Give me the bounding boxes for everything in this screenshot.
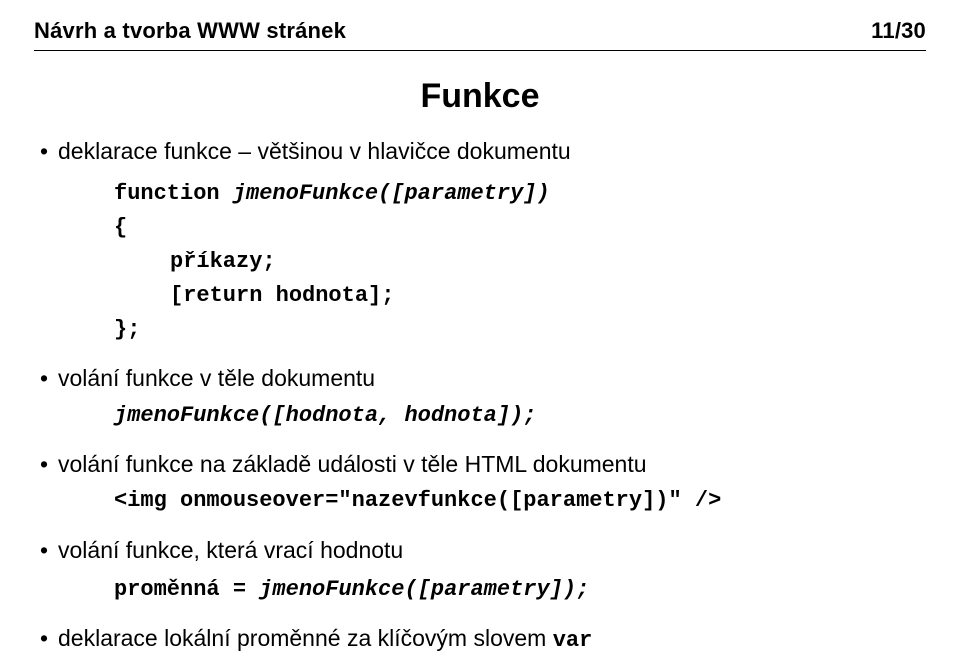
code-line: <img onmouseover="nazevfunkce([parametry… bbox=[58, 484, 926, 518]
code-line: [return hodnota]; bbox=[58, 279, 926, 313]
code-line: function jmenoFunkce([parametry]) bbox=[58, 174, 926, 211]
code-keyword: function bbox=[114, 181, 233, 206]
bullet-list: deklarace funkce – většinou v hlavičce d… bbox=[34, 134, 926, 658]
code-line: jmenoFunkce([hodnota, hodnota]); bbox=[58, 399, 926, 433]
code-text: proměnná = bbox=[114, 577, 259, 602]
bullet-text: volání funkce na základě události v těle… bbox=[58, 451, 647, 477]
bullet-text: deklarace lokální proměnné za klíčovým s… bbox=[58, 625, 553, 651]
bullet-item: volání funkce na základě události v těle… bbox=[40, 447, 926, 519]
header-underline bbox=[34, 50, 926, 51]
page-header: Návrh a tvorba WWW stránek 11/30 bbox=[34, 18, 926, 44]
code-identifier: jmenoFunkce([parametry]) bbox=[233, 181, 550, 206]
code-line: { bbox=[58, 211, 926, 245]
bullet-text: volání funkce v těle dokumentu bbox=[58, 365, 375, 391]
bullet-item: deklarace funkce – většinou v hlavičce d… bbox=[40, 134, 926, 347]
code-keyword: var bbox=[553, 628, 593, 653]
code-line: }; bbox=[58, 313, 926, 347]
code-identifier: jmenoFunkce([parametry]); bbox=[259, 577, 589, 602]
bullet-text: volání funkce, která vrací hodnotu bbox=[58, 537, 403, 563]
bullet-item: volání funkce v těle dokumentu jmenoFunk… bbox=[40, 361, 926, 433]
code-line: příkazy; bbox=[58, 245, 926, 279]
bullet-item: volání funkce, která vrací hodnotu promě… bbox=[40, 533, 926, 608]
header-title: Návrh a tvorba WWW stránek bbox=[34, 18, 346, 44]
bullet-text: deklarace funkce – většinou v hlavičce d… bbox=[58, 138, 571, 164]
page: Návrh a tvorba WWW stránek 11/30 Funkce … bbox=[0, 0, 960, 640]
slide-title: Funkce bbox=[34, 77, 926, 116]
code-line: proměnná = jmenoFunkce([parametry]); bbox=[58, 570, 926, 607]
page-number: 11/30 bbox=[871, 18, 926, 44]
